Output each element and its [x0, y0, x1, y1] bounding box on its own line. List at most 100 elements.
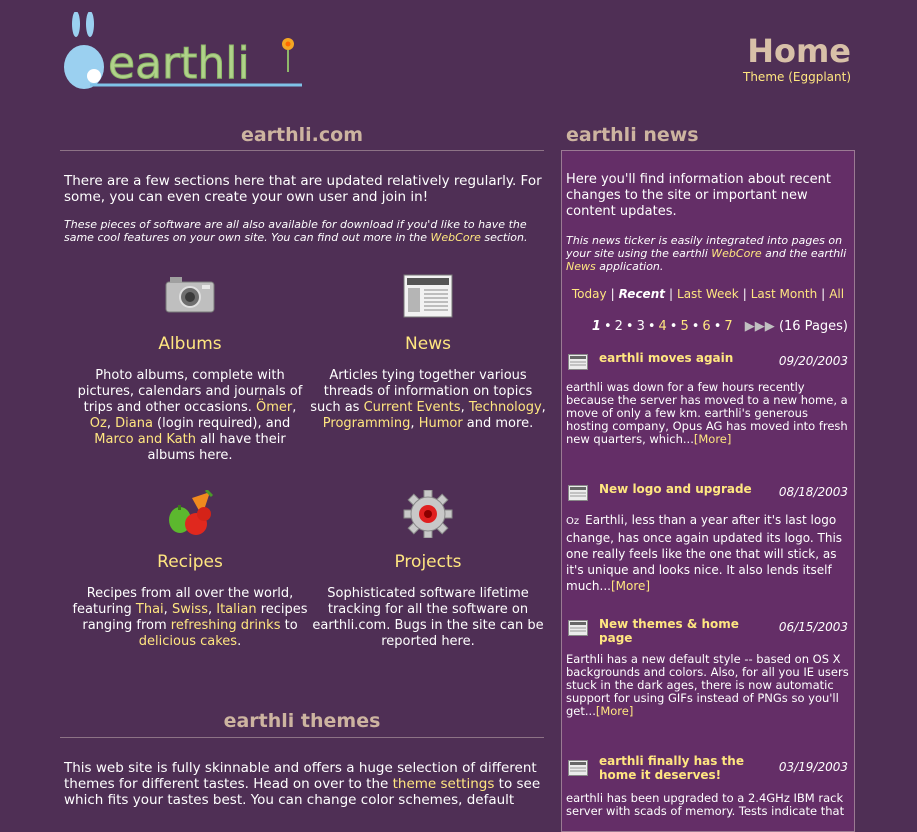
albums-link[interactable]: Albums	[72, 334, 308, 354]
page-3[interactable]: 3	[637, 319, 645, 334]
separator: •	[669, 319, 678, 334]
feature-albums: Albums Photo albums, complete with pictu…	[72, 272, 308, 464]
news-item-icon	[568, 485, 588, 501]
page-count: (16 Pages)	[778, 319, 848, 334]
album-link-omer[interactable]: Ömer	[256, 400, 292, 415]
news-filter-bar: Today | Recent | Last Week | Last Month | All	[562, 287, 854, 301]
news-item-title[interactable]: earthli moves again	[599, 351, 759, 365]
recipe-link-swiss[interactable]: Swiss	[172, 602, 208, 617]
filter-today[interactable]: Today	[572, 287, 607, 301]
separator: ,	[460, 400, 469, 415]
feature-recipes: Recipes Recipes from all over the world,…	[72, 488, 308, 650]
author-avatar[interactable]: Oz	[566, 516, 579, 527]
bunny-logo-icon: earthli	[64, 11, 302, 90]
intro-text: There are a few sections here that are u…	[64, 173, 542, 205]
recipe-link-thai[interactable]: Thai	[136, 602, 164, 617]
separator: ,	[163, 602, 172, 617]
album-link-diana[interactable]: Diana	[115, 416, 153, 431]
news-item-text: Earthli, less than a year after it's las…	[566, 513, 843, 593]
separator: |	[610, 287, 615, 301]
topic-link-humor[interactable]: Humor	[419, 416, 463, 431]
recipe-link-cakes[interactable]: delicious cakes	[139, 634, 237, 649]
feature-news: News Articles tying together various thr…	[310, 272, 546, 432]
camera-icon[interactable]	[162, 272, 218, 320]
page-5[interactable]: 5	[680, 319, 688, 334]
theme-settings-link[interactable]: theme settings	[393, 776, 495, 792]
topic-link-programming[interactable]: Programming	[323, 416, 411, 431]
separator: ,	[207, 602, 217, 617]
webcore-link[interactable]: WebCore	[711, 247, 761, 260]
page-title: Home	[747, 32, 851, 70]
news-link[interactable]: News	[310, 334, 546, 354]
news-description: Articles tying together various threads …	[310, 368, 546, 432]
news-item: earthli moves again 09/20/2003 earthli w…	[566, 351, 850, 446]
separator: •	[713, 319, 722, 334]
album-link-marco-kath[interactable]: Marco and Kath	[94, 432, 196, 447]
page-7[interactable]: 7	[724, 319, 732, 334]
more-link[interactable]: [More]	[596, 704, 633, 718]
separator: |	[668, 287, 674, 301]
separator: ,	[292, 400, 297, 415]
separator: •	[603, 319, 612, 334]
news-item-title[interactable]: New themes & home page	[599, 617, 749, 645]
next-page-icon[interactable]: ▶	[745, 319, 755, 334]
filter-last-week[interactable]: Last Week	[677, 287, 739, 301]
page-4[interactable]: 4	[659, 319, 667, 334]
section-title-news: earthli news	[566, 124, 699, 146]
news-item-icon	[568, 760, 588, 776]
svg-text:earthli: earthli	[108, 38, 250, 89]
topic-link-current-events[interactable]: Current Events	[364, 400, 461, 415]
webcore-link[interactable]: WebCore	[431, 231, 481, 244]
news-note-text: application.	[595, 260, 664, 273]
separator: •	[691, 319, 700, 334]
page-6[interactable]: 6	[702, 319, 710, 334]
separator: ,	[106, 416, 116, 431]
news-item-date: 06/15/2003	[778, 620, 848, 634]
recipes-text: .	[237, 634, 242, 649]
more-link[interactable]: [More]	[694, 432, 731, 446]
recipes-description: Recipes from all over the world, featuri…	[72, 586, 308, 650]
album-link-oz[interactable]: Oz	[90, 416, 107, 431]
note-text-end: section.	[480, 231, 528, 244]
news-item-title[interactable]: earthli finally has the home it deserves…	[599, 754, 759, 782]
earthli-logo[interactable]: earthli	[62, 11, 307, 92]
gear-icon[interactable]	[400, 489, 456, 539]
theme-link[interactable]: Theme (Eggplant)	[743, 70, 851, 84]
separator: |	[821, 287, 826, 301]
topic-link-technology[interactable]: Technology	[469, 400, 542, 415]
news-item-date: 09/20/2003	[778, 354, 848, 368]
separator: ,	[410, 416, 419, 431]
more-link[interactable]: [More]	[611, 579, 650, 593]
recipes-link[interactable]: Recipes	[72, 552, 308, 572]
separator: •	[625, 319, 634, 334]
news-panel: Here you'll find information about recen…	[561, 150, 855, 832]
recipe-link-drinks[interactable]: refreshing drinks	[171, 618, 281, 633]
news-item-date: 03/19/2003	[778, 760, 848, 774]
separator: |	[742, 287, 747, 301]
news-item-title[interactable]: New logo and upgrade	[599, 482, 769, 496]
vegetables-icon[interactable]	[162, 488, 218, 538]
news-item-icon	[568, 354, 588, 370]
news-item: earthli finally has the home it deserves…	[566, 754, 850, 818]
filter-recent[interactable]: Recent	[619, 287, 665, 301]
news-item-body: Earthli has a new default style -- based…	[566, 653, 850, 718]
separator: ,	[541, 400, 546, 415]
recipe-link-italian[interactable]: Italian	[216, 602, 256, 617]
news-item-date: 08/18/2003	[778, 485, 848, 499]
page-1: 1	[591, 319, 601, 334]
news-app-link[interactable]: News	[566, 260, 596, 273]
news-item: New themes & home page 06/15/2003 Earthl…	[566, 617, 850, 718]
themes-description: This web site is fully skinnable and off…	[64, 760, 542, 808]
divider	[60, 150, 544, 151]
projects-link[interactable]: Projects	[310, 552, 546, 572]
page-2[interactable]: 2	[615, 319, 623, 334]
filter-all[interactable]: All	[829, 287, 844, 301]
feature-projects: Projects Sophisticated software lifetime…	[310, 489, 546, 650]
news-item-body: Oz Earthli, less than a year after it's l…	[566, 512, 850, 594]
albums-description: Photo albums, complete with pictures, ca…	[72, 368, 308, 464]
newspaper-icon[interactable]	[400, 272, 456, 320]
last-page-icon[interactable]: ▶▶	[755, 319, 775, 334]
intro-note: These pieces of software are all also av…	[64, 218, 542, 244]
filter-last-month[interactable]: Last Month	[751, 287, 817, 301]
divider	[60, 737, 544, 738]
